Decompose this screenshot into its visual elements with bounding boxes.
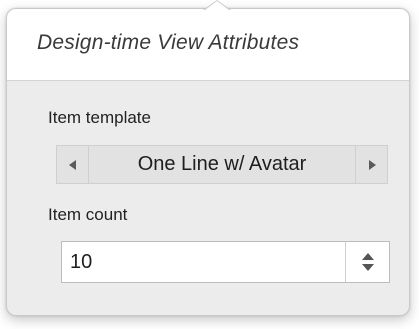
template-next-button[interactable] bbox=[355, 146, 387, 183]
item-template-selector[interactable]: One Line w/ Avatar bbox=[56, 145, 388, 184]
popover-title: Design-time View Attributes bbox=[37, 31, 300, 54]
item-count-input[interactable] bbox=[62, 242, 342, 282]
triangle-right-icon bbox=[368, 159, 376, 170]
item-count-label: Item count bbox=[48, 205, 128, 224]
popover-header: Design-time View Attributes bbox=[7, 9, 409, 81]
item-template-value: One Line w/ Avatar bbox=[137, 153, 307, 175]
template-prev-button[interactable] bbox=[57, 146, 89, 183]
triangle-left-icon bbox=[68, 159, 76, 170]
popover-stage: Design-time View Attributes Item templat… bbox=[0, 0, 419, 329]
popover-arrow-fill bbox=[205, 1, 229, 10]
item-template-label: Item template bbox=[48, 108, 151, 127]
attributes-popover: Design-time View Attributes Item templat… bbox=[6, 8, 410, 316]
item-count-stepper[interactable] bbox=[345, 242, 389, 282]
item-count-field bbox=[61, 241, 390, 283]
up-down-stepper-icon bbox=[361, 253, 374, 271]
